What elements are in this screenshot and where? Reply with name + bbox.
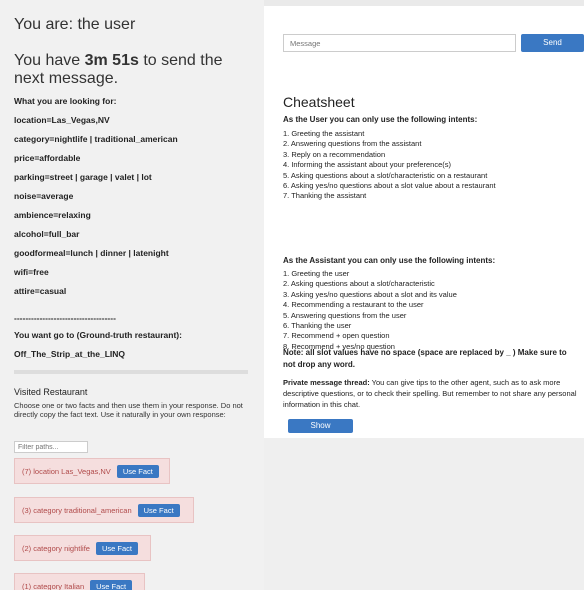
user-intents-heading: As the User you can only use the followi… (283, 115, 478, 124)
fact-instructions: Choose one or two facts and then use the… (14, 401, 243, 419)
intent-item: 4. Informing the assistant about your pr… (283, 160, 452, 170)
preference-item: goodformeal=lunch | dinner | latenight (14, 248, 169, 258)
intent-item: 7. Recommend + open question (283, 331, 390, 341)
preferences-list: What you are looking for: location=Las_V… (14, 95, 259, 304)
use-fact-button[interactable]: Use Fact (90, 579, 133, 590)
preferences-title: What you are looking for: (14, 96, 117, 106)
dash-divider: ------------------------------------ (14, 313, 116, 323)
timer-message: You have 3m 51s to send the next message… (14, 52, 254, 88)
intent-item: 4. Recommending a restaurant to the user (283, 300, 424, 310)
preference-item: attire=casual (14, 286, 67, 296)
private-message-label: Private message thread: (283, 378, 370, 387)
assistant-intents-heading: As the Assistant you can only use the fo… (283, 256, 496, 265)
fact-text: (1) category Italian (22, 581, 85, 590)
use-fact-button[interactable]: Use Fact (137, 503, 180, 517)
ground-truth-title: You want go to (Ground-truth restaurant)… (14, 330, 182, 340)
section-divider (14, 370, 248, 374)
preference-item: noise=average (14, 191, 74, 201)
right-panel (264, 6, 584, 438)
fact-item: (7) location Las_Vegas,NV Use Fact (14, 458, 170, 484)
use-fact-button[interactable]: Use Fact (116, 464, 159, 478)
intent-item: 3. Asking yes/no questions about a slot … (283, 289, 457, 299)
preference-item: wifi=free (14, 267, 49, 277)
intent-item: 5. Answering questions from the user (283, 310, 407, 320)
fact-text: (3) category traditional_american (22, 505, 132, 515)
bottom-background (264, 438, 584, 590)
preference-item: parking=street | garage | valet | lot (14, 172, 152, 182)
intent-item: 6. Thanking the user (283, 320, 352, 330)
slot-values-note: Note: all slot values have no space (spa… (283, 348, 567, 369)
preference-item: location=Las_Vegas,NV (14, 115, 110, 125)
intent-item: 7. Thanking the assistant (283, 191, 367, 201)
show-button[interactable]: Show (288, 419, 353, 433)
intent-item: 2. Asking questions about a slot/charact… (283, 279, 435, 289)
preference-item: category=nightlife | traditional_america… (14, 134, 178, 144)
intent-item: 2. Answering questions from the assistan… (283, 139, 422, 149)
fact-item: (1) category Italian Use Fact (14, 573, 145, 590)
preference-item: ambience=relaxing (14, 210, 91, 220)
use-fact-button[interactable]: Use Fact (95, 541, 138, 555)
intent-item: 1. Greeting the user (283, 269, 350, 278)
intent-item: 1. Greeting the assistant (283, 129, 365, 138)
ground-truth-value: Off_The_Strip_at_the_LINQ (14, 349, 125, 359)
timer-prefix: You have (14, 52, 81, 69)
assistant-intents-list: 1. Greeting the user 2. Asking questions… (283, 269, 581, 352)
send-button[interactable]: Send (521, 34, 584, 52)
intent-item: 5. Asking questions about a slot/charact… (283, 170, 488, 180)
preference-item: price=affordable (14, 153, 81, 163)
filter-paths-input[interactable] (14, 441, 88, 453)
user-intents-list: 1. Greeting the assistant 2. Answering q… (283, 129, 581, 202)
private-message-info: Private message thread: You can give tip… (283, 377, 583, 410)
cheatsheet-title: Cheatsheet (283, 94, 355, 110)
fact-item: (2) category nightlife Use Fact (14, 535, 151, 561)
preference-item: alcohol=full_bar (14, 229, 80, 239)
timer-value: 3m 51s (84, 52, 139, 69)
fact-text: (7) location Las_Vegas,NV (22, 466, 111, 476)
intent-item: 6. Asking yes/no questions about a slot … (283, 180, 496, 190)
intent-item: 3. Reply on a recommendation (283, 149, 386, 159)
role-label: You are: the user (14, 16, 136, 33)
fact-text: (2) category nightlife (22, 543, 90, 553)
left-panel: You are: the user You have 3m 51s to sen… (0, 0, 264, 590)
message-input[interactable] (283, 34, 516, 52)
fact-item: (3) category traditional_american Use Fa… (14, 497, 194, 523)
visited-restaurant-title: Visited Restaurant (14, 387, 88, 397)
